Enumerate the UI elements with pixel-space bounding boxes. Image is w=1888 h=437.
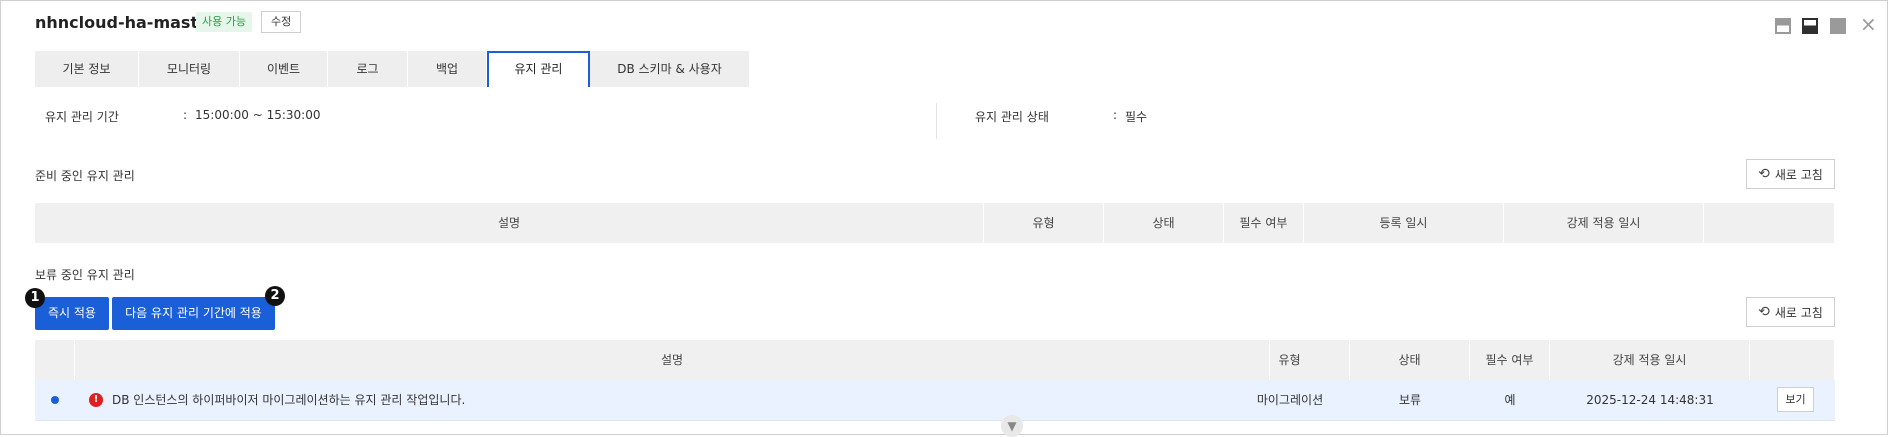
modal-window: nhncloud-ha-master 사용 가능 수정 × 기본 정보 모니터링…: [0, 0, 1888, 437]
col-description: 설명: [35, 203, 984, 243]
maximize-icon[interactable]: [1830, 18, 1846, 34]
view-button[interactable]: 보기: [1777, 387, 1814, 412]
col-type: 유형: [1230, 340, 1350, 380]
edit-button[interactable]: 수정: [261, 11, 302, 33]
row-force-apply-at: 2025-12-24 14:48:31: [1586, 393, 1714, 407]
refresh-icon: ⟲: [1758, 304, 1770, 320]
tab-maintenance[interactable]: 유지 관리: [487, 51, 590, 87]
col-registered-at: 등록 일시: [1304, 203, 1504, 243]
warning-icon: !: [89, 393, 103, 407]
col-force-apply-at: 강제 적용 일시: [1550, 340, 1750, 380]
row-required: 예: [1504, 393, 1516, 407]
col-required: 필수 여부: [1470, 340, 1550, 380]
maintenance-status-value: 필수: [1125, 110, 1148, 124]
preparing-table-header: 설명 유형 상태 필수 여부 등록 일시 강제 적용 일시: [35, 203, 1835, 243]
status-badge: 사용 가능: [196, 12, 252, 32]
col-type: 유형: [984, 203, 1104, 243]
tab-backup[interactable]: 백업: [408, 51, 487, 87]
col-action: [1704, 203, 1835, 243]
refresh-label: 새로 고침: [1774, 167, 1823, 182]
pending-refresh-button[interactable]: ⟲ 새로 고침: [1746, 297, 1835, 327]
pending-section-title: 보류 중인 유지 관리: [35, 268, 135, 282]
col-status: 상태: [1350, 340, 1470, 380]
preparing-section-title: 준비 중인 유지 관리: [35, 169, 135, 183]
col-status: 상태: [1104, 203, 1224, 243]
tab-events[interactable]: 이벤트: [240, 51, 328, 87]
status-separator: :: [1113, 108, 1118, 122]
row-type: 마이그레이션: [1256, 393, 1324, 407]
close-icon[interactable]: ×: [1860, 14, 1877, 34]
pending-table-header: 설명 유형 상태 필수 여부 강제 적용 일시: [35, 340, 1835, 380]
refresh-label: 새로 고침: [1774, 305, 1823, 320]
row-description: DB 인스턴스의 하이퍼바이저 마이그레이션하는 유지 관리 작업입니다.: [112, 393, 466, 407]
row-select-radio[interactable]: [51, 396, 59, 404]
col-required: 필수 여부: [1224, 203, 1304, 243]
split-top-icon[interactable]: [1775, 18, 1791, 34]
maintenance-status-label: 유지 관리 상태: [975, 110, 1049, 124]
apply-next-window-button[interactable]: 다음 유지 관리 기간에 적용: [112, 297, 275, 330]
refresh-icon: ⟲: [1758, 166, 1770, 182]
tab-db-schema-users[interactable]: DB 스키마 & 사용자: [590, 51, 750, 87]
callout-marker-2: 2: [265, 286, 285, 306]
period-value: 15:00:00 ~ 15:30:00: [195, 108, 321, 122]
chevron-down-icon[interactable]: ▼: [1001, 415, 1023, 437]
instance-title: nhncloud-ha-master: [35, 13, 217, 32]
preparing-refresh-button[interactable]: ⟲ 새로 고침: [1746, 159, 1835, 189]
tab-bar: 기본 정보 모니터링 이벤트 로그 백업 유지 관리 DB 스키마 & 사용자: [35, 51, 750, 87]
tab-monitoring[interactable]: 모니터링: [139, 51, 240, 87]
split-bottom-icon[interactable]: [1802, 18, 1818, 34]
col-description: 설명: [75, 340, 1270, 380]
tab-basic-info[interactable]: 기본 정보: [35, 51, 139, 87]
col-action: [1750, 340, 1835, 380]
info-divider: [936, 103, 937, 139]
period-label: 유지 관리 기간: [45, 110, 119, 124]
row-status: 보류: [1398, 393, 1422, 407]
callout-marker-1: 1: [25, 288, 45, 308]
col-select: [35, 340, 75, 380]
col-force-apply-at: 강제 적용 일시: [1504, 203, 1704, 243]
tab-logs[interactable]: 로그: [328, 51, 408, 87]
period-separator: :: [183, 108, 188, 122]
apply-now-button[interactable]: 즉시 적용: [35, 297, 109, 330]
table-row[interactable]: ! DB 인스턴스의 하이퍼바이저 마이그레이션하는 유지 관리 작업입니다. …: [35, 380, 1835, 421]
